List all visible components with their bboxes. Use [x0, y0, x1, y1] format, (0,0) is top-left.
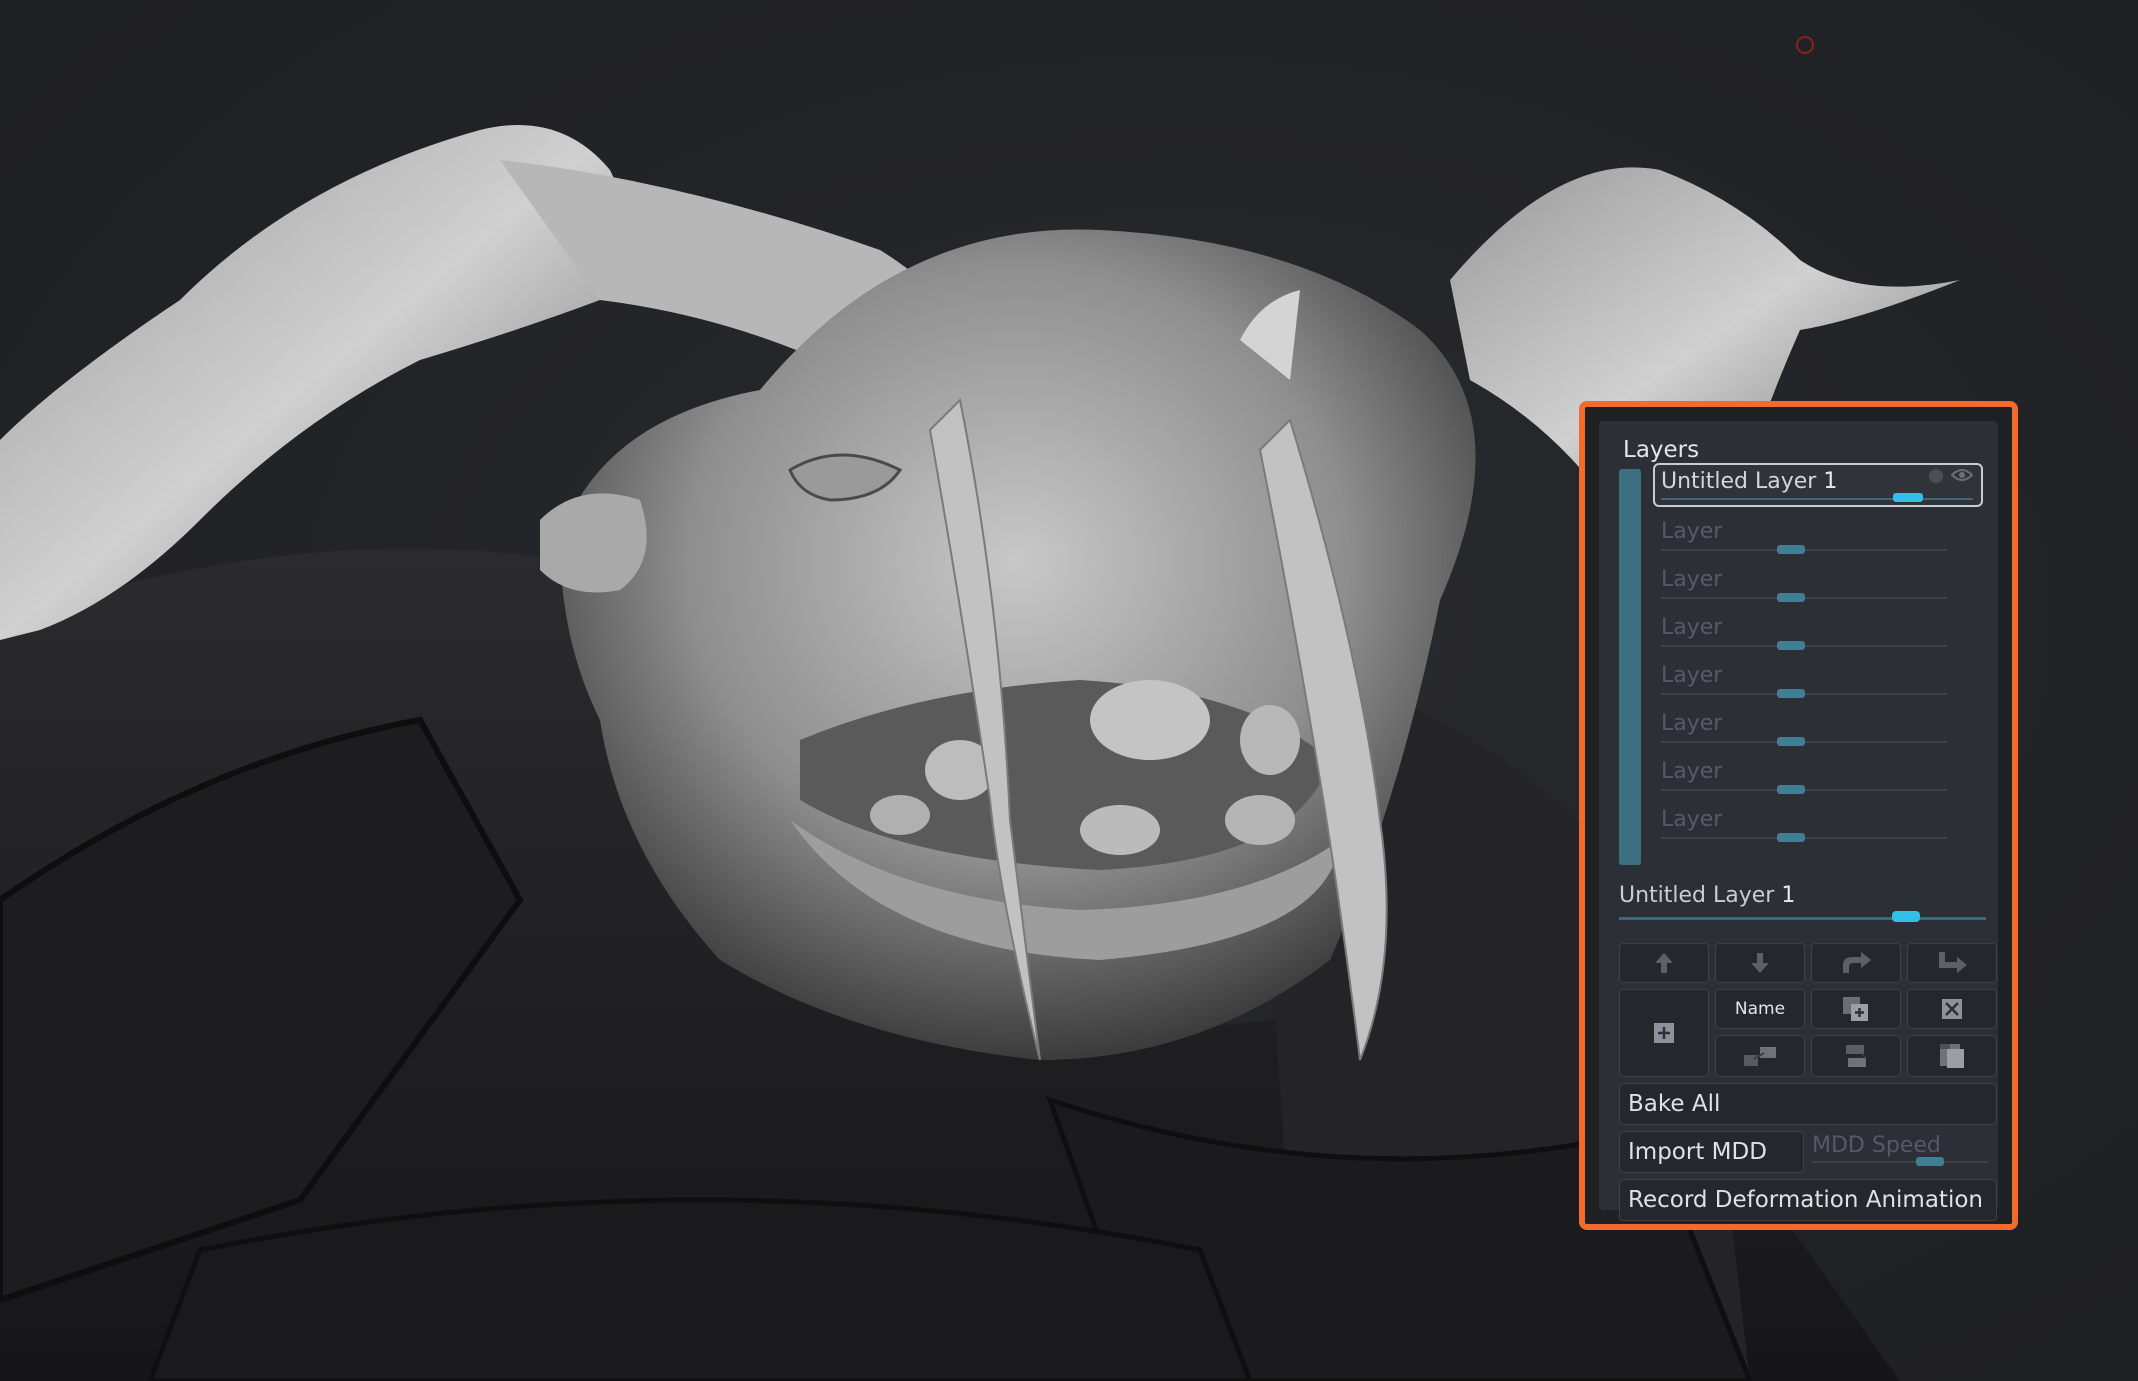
layer-slot-label: Layer	[1661, 711, 1723, 736]
layer-slot[interactable]: Layer	[1653, 751, 1983, 799]
name-layer-button[interactable]: Name	[1715, 989, 1805, 1029]
swap-icon	[1846, 1045, 1867, 1067]
new-layer-button[interactable]	[1619, 989, 1709, 1077]
copy-layer-button[interactable]	[1907, 1035, 1997, 1077]
current-layer-intensity-track	[1619, 917, 1986, 920]
swap-layer-button[interactable]	[1811, 1035, 1901, 1077]
mdd-speed-knob[interactable]	[1916, 1157, 1944, 1166]
mdd-speed-track	[1812, 1161, 1988, 1163]
record-deformation-animation-button[interactable]: Record Deformation Animation	[1619, 1179, 1997, 1221]
redo-arrow-icon	[1843, 952, 1871, 973]
copy-icon	[1940, 1044, 1964, 1068]
bake-all-button[interactable]: Bake All	[1619, 1083, 1997, 1125]
layer-slot[interactable]: Layer	[1653, 559, 1983, 607]
import-mdd-button[interactable]: Import MDD	[1619, 1131, 1804, 1173]
layer-slot[interactable]: Layer	[1653, 703, 1983, 751]
layer-slot[interactable]: Layer	[1653, 799, 1983, 847]
current-layer-name: Untitled Layer 1	[1619, 883, 1796, 908]
layer-slot-label: Layer	[1661, 615, 1723, 640]
layer-intensity-slider[interactable]	[1777, 545, 1805, 554]
split-button[interactable]	[1907, 943, 1997, 983]
record-dot-icon[interactable]	[1929, 469, 1943, 483]
panel-title[interactable]: Layers	[1623, 437, 1699, 463]
plus-square-icon	[1654, 1023, 1674, 1043]
layer-slot-label: Untitled Layer 1	[1661, 469, 1838, 494]
layer-slot-label: Layer	[1661, 519, 1723, 544]
layer-slot-label: Layer	[1661, 663, 1723, 688]
layer-slot[interactable]: Layer	[1653, 511, 1983, 559]
layers-panel: Layers Untitled Layer 1 Layer Layer Laye…	[1579, 401, 2018, 1230]
layers-panel-body: Layers Untitled Layer 1 Layer Layer Laye…	[1599, 421, 1998, 1221]
delete-x-icon	[1942, 999, 1962, 1019]
layer-slot-label: Layer	[1661, 807, 1723, 832]
layer-list-scrollbar[interactable]	[1619, 469, 1641, 865]
layer-intensity-slider[interactable]	[1777, 641, 1805, 650]
layer-intensity-slider[interactable]	[1777, 689, 1805, 698]
current-layer-intensity-slider[interactable]	[1892, 911, 1920, 922]
split-arrow-icon	[1939, 952, 1967, 973]
arrow-up-icon	[1655, 953, 1673, 973]
mdd-speed-label: MDD Speed	[1812, 1133, 1941, 1158]
layer-intensity-slider[interactable]	[1777, 833, 1805, 842]
layer-slot[interactable]: Layer	[1653, 655, 1983, 703]
layer-slot-active[interactable]: Untitled Layer 1	[1653, 463, 1983, 507]
layer-intensity-slider[interactable]	[1777, 593, 1805, 602]
merge-icon	[1744, 1047, 1776, 1066]
move-layer-up-button[interactable]	[1619, 943, 1709, 983]
redo-button[interactable]	[1811, 943, 1901, 983]
layer-slot-label: Layer	[1661, 567, 1723, 592]
layer-intensity-slider[interactable]	[1777, 737, 1805, 746]
layer-slot-label: Layer	[1661, 759, 1723, 784]
delete-layer-button[interactable]	[1907, 989, 1997, 1029]
brush-cursor-icon	[1796, 36, 1814, 54]
arrow-down-icon	[1751, 953, 1769, 973]
layer-intensity-track	[1661, 498, 1973, 500]
move-layer-down-button[interactable]	[1715, 943, 1805, 983]
mdd-speed-slider[interactable]: MDD Speed	[1804, 1131, 1994, 1171]
merge-down-button[interactable]	[1715, 1035, 1805, 1077]
eye-icon[interactable]	[1950, 467, 1974, 483]
layer-list: Untitled Layer 1 Layer Layer Layer Layer…	[1653, 463, 1983, 847]
layer-slot[interactable]: Layer	[1653, 607, 1983, 655]
duplicate-icon	[1843, 997, 1868, 1021]
duplicate-layer-button[interactable]	[1811, 989, 1901, 1029]
layer-intensity-slider[interactable]	[1893, 493, 1923, 502]
layer-intensity-slider[interactable]	[1777, 785, 1805, 794]
